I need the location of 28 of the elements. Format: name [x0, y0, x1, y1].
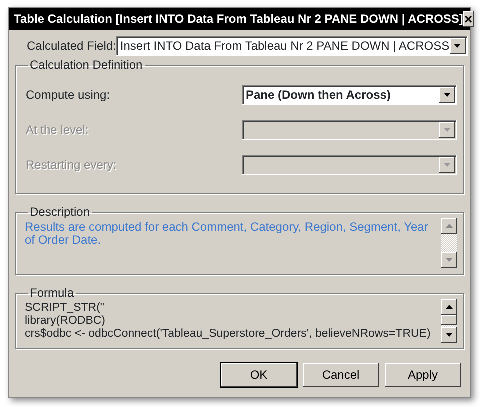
scroll-up-icon[interactable]	[441, 299, 457, 315]
dropdown-value: Pane (Down then Across)	[246, 87, 391, 104]
field-label: Calculated Field:	[27, 38, 116, 55]
scroll-down-icon[interactable]	[441, 327, 457, 343]
close-button[interactable]: ×	[463, 11, 474, 27]
field-label: At the level:	[26, 122, 90, 139]
dialog-button[interactable]: Apply	[385, 363, 461, 387]
dialog-button[interactable]: Cancel	[303, 363, 379, 387]
scroll-down-icon[interactable]	[441, 252, 457, 268]
group-title: Description	[29, 206, 92, 218]
dialog-button[interactable]: OK	[221, 363, 297, 387]
description-text: Results are computed for each Comment, Category, Region, Segment, Year of Order Date.	[24, 219, 430, 249]
scrollbar[interactable]	[441, 218, 457, 268]
formula-line: library(RODBC)	[25, 315, 106, 328]
group-title: Calculation Definition	[29, 59, 144, 71]
formula-line: SCRIPT_STR("	[25, 302, 106, 315]
dropdown-value: Insert INTO Data From Tableau Nr 2 PANE DOWN | ACROSS	[120, 38, 450, 55]
group-title: Formula	[29, 287, 76, 299]
scrollbar[interactable]	[441, 299, 457, 343]
dropdown[interactable]: Pane (Down then Across)	[242, 85, 457, 105]
window-title: Table Calculation [Insert INTO Data From Tableau Nr 2 PANE DOWN | ACROSS]	[14, 11, 464, 28]
formula-line: crs$odbc <- odbcConnect('Tableau_Superstore_Orders', believeNRows=TRUE)	[25, 328, 432, 341]
calculated-field-dropdown[interactable]: Insert INTO Data From Tableau Nr 2 PANE DOWN | ACROSS	[116, 36, 468, 56]
field-label: Restarting every:	[26, 157, 118, 174]
scroll-up-icon[interactable]	[441, 218, 457, 234]
formula-editor[interactable]: SCRIPT_STR(" library(RODBC) crs$odbc <- odbcConnect('Tableau_Superstore_Orders', believeNRows=TRUE)	[22, 299, 433, 345]
field-label: Compute using:	[26, 87, 112, 104]
scroll-thumb[interactable]	[441, 315, 457, 325]
